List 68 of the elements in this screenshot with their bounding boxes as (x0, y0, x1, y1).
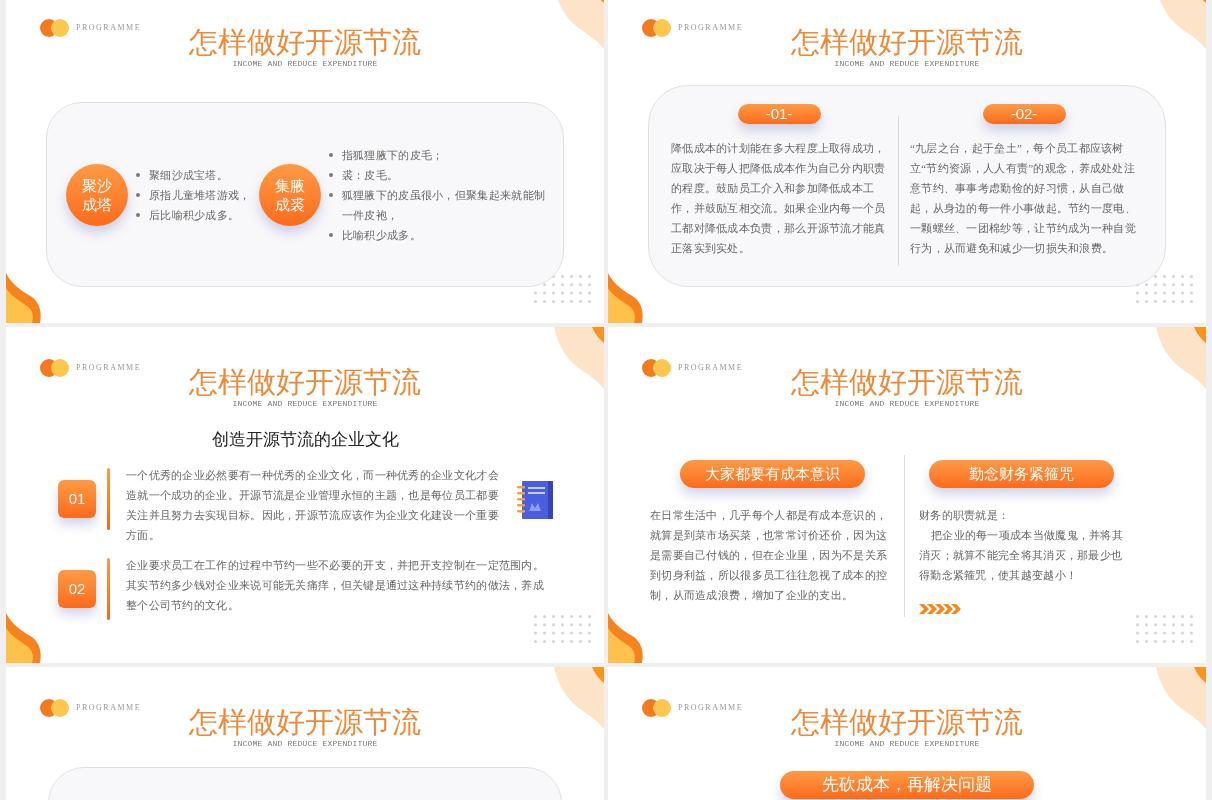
corner-wave-drawing (6, 613, 42, 663)
notebook-icon (517, 481, 553, 519)
bullet-text: 聚细沙成宝塔。 (149, 167, 229, 183)
bullet-icon (328, 172, 333, 177)
heading-banner: 勤念财务紧箍咒 (929, 460, 1114, 488)
overlapping-circles-icon (642, 699, 671, 717)
section-heading: 创造开源节流的企业文化 (211, 429, 399, 451)
slide-title: 怎样做好开源节流 (189, 707, 421, 738)
programme-tag: PROGRAMME (678, 703, 744, 713)
overlapping-circles-icon (40, 359, 69, 377)
bullet-icon (328, 232, 333, 237)
body-text: 降低成本的计划能在多大程度上取得成功，应取决于每人把降低成本作为自己分内职责的程度。鼓励员工介入和参加降低成本工作，并鼓励互相交流。如果企业内每一个员工都对降低成本负责，那么开源节流才能真正落实到实处。 (671, 141, 887, 256)
chevron-arrows-icon (919, 604, 961, 614)
slide-subtitle: INCOME AND REDUCE EXPENDITURE (834, 399, 980, 409)
corner-wave-drawing (6, 273, 42, 323)
bullet-text: 后比喻积少成多。 (149, 207, 240, 223)
corner-blob-drawing (1156, 327, 1206, 389)
slide-subtitle: INCOME AND REDUCE EXPENDITURE (834, 59, 980, 69)
corner-blob-drawing (554, 667, 604, 729)
body-text: 把企业的每一项成本当做魔鬼，并将其消灭；就算不能完全将其消灭，那最少也得勤念紧箍咒，使其越变越小！ (919, 528, 1124, 583)
bullet-text: 狐狸腋下的皮虽很小，但聚集起来就能制一件皮袍， (341, 187, 547, 223)
bullet-text: 裘：皮毛。 (341, 167, 399, 183)
overlapping-circles-icon (40, 699, 69, 717)
corner-blob-drawing (554, 327, 604, 389)
bullet-text: 指狐狸腋下的皮毛； (341, 147, 444, 163)
body-text: 在日常生活中，几乎每个人都是有成本意识的，就算是到菜市场买菜，也常常讨价还价，因为这是需要自己付钱的，但在企业里，因为不是关系到切身利益，所以很多员工往往忽视了成本的控制，从而造成浪费，增加了企业的支出。 (650, 508, 889, 603)
slide-subtitle: INCOME AND REDUCE EXPENDITURE (232, 399, 378, 409)
slide-title: 怎样做好开源节流 (791, 707, 1023, 738)
bullet-icon (136, 212, 140, 217)
dot-grid-drawing (534, 615, 591, 643)
slide-title: 怎样做好开源节流 (189, 367, 421, 398)
corner-wave-drawing (608, 613, 644, 663)
heading-banner: 先砍成本，再解决问题 (780, 771, 1034, 799)
bullet-text: 原指儿童堆塔游戏， (149, 187, 251, 203)
corner-blob-drawing (1156, 667, 1206, 729)
slide-title: 怎样做好开源节流 (189, 27, 421, 58)
programme-tag: PROGRAMME (76, 23, 142, 33)
programme-tag: PROGRAMME (678, 23, 744, 33)
dot-grid-drawing (1136, 615, 1193, 643)
accent-bar (107, 468, 110, 530)
body-text: 一个优秀的企业必然要有一种优秀的企业文化，而一种优秀的企业文化才会造就一个成功的企业。开源节流是企业管理永恒的主题，也是每位员工都要关注并且努力去实现目标。因此，开源节流应该作为企业文化建设一个重要方面。 (126, 468, 500, 543)
slide-title: 怎样做好开源节流 (791, 367, 1023, 398)
overlapping-circles-icon (642, 359, 671, 377)
programme-tag: PROGRAMME (76, 703, 142, 713)
programme-tag: PROGRAMME (76, 363, 142, 373)
slide-subtitle: INCOME AND REDUCE EXPENDITURE (834, 739, 980, 749)
step-label: -02- (982, 104, 1066, 124)
accent-bar (107, 558, 110, 620)
number-tile: 01 (58, 480, 96, 518)
overlapping-circles-icon (40, 19, 69, 37)
corner-wave-drawing (608, 273, 644, 323)
body-text: 财务的职责就是： (919, 508, 1011, 523)
slide-subtitle: INCOME AND REDUCE EXPENDITURE (232, 59, 378, 69)
body-text: 企业要求员工在工作的过程中节约一些不必要的开支，并把开支控制在一定范围内。其实节约多少钱对企业来说可能无关痛痒，但关键是通过这种持续节约的做法，养成整个公司节约的文化。 (126, 558, 546, 613)
bullet-text: 比喻积少成多。 (341, 227, 421, 243)
slide-title: 怎样做好开源节流 (791, 27, 1023, 58)
bullet-icon (136, 172, 140, 177)
slide-subtitle: INCOME AND REDUCE EXPENDITURE (232, 739, 378, 749)
programme-tag: PROGRAMME (678, 363, 744, 373)
step-label: -01- (737, 104, 821, 124)
bullet-icon (136, 192, 140, 197)
heading-banner: 大家都要有成本意识 (680, 460, 865, 488)
bullet-icon (328, 192, 333, 197)
dot-grid-drawing (534, 275, 591, 303)
body-text: “九层之台，起于垒土”，每个员工都应该树立“节约资源，人人有责”的观念，养成处处注意节约、事事考虑勤俭的好习惯，从自己做起，从身边的每一件小事做起。节约一度电、一颗螺丝、一团棉纱等，让节约成为一种自觉行为，从而避免和减少一切损失和浪费。 (910, 141, 1137, 256)
overlapping-circles-icon (642, 19, 671, 37)
number-tile: 02 (58, 570, 96, 608)
bullet-icon (328, 152, 333, 157)
